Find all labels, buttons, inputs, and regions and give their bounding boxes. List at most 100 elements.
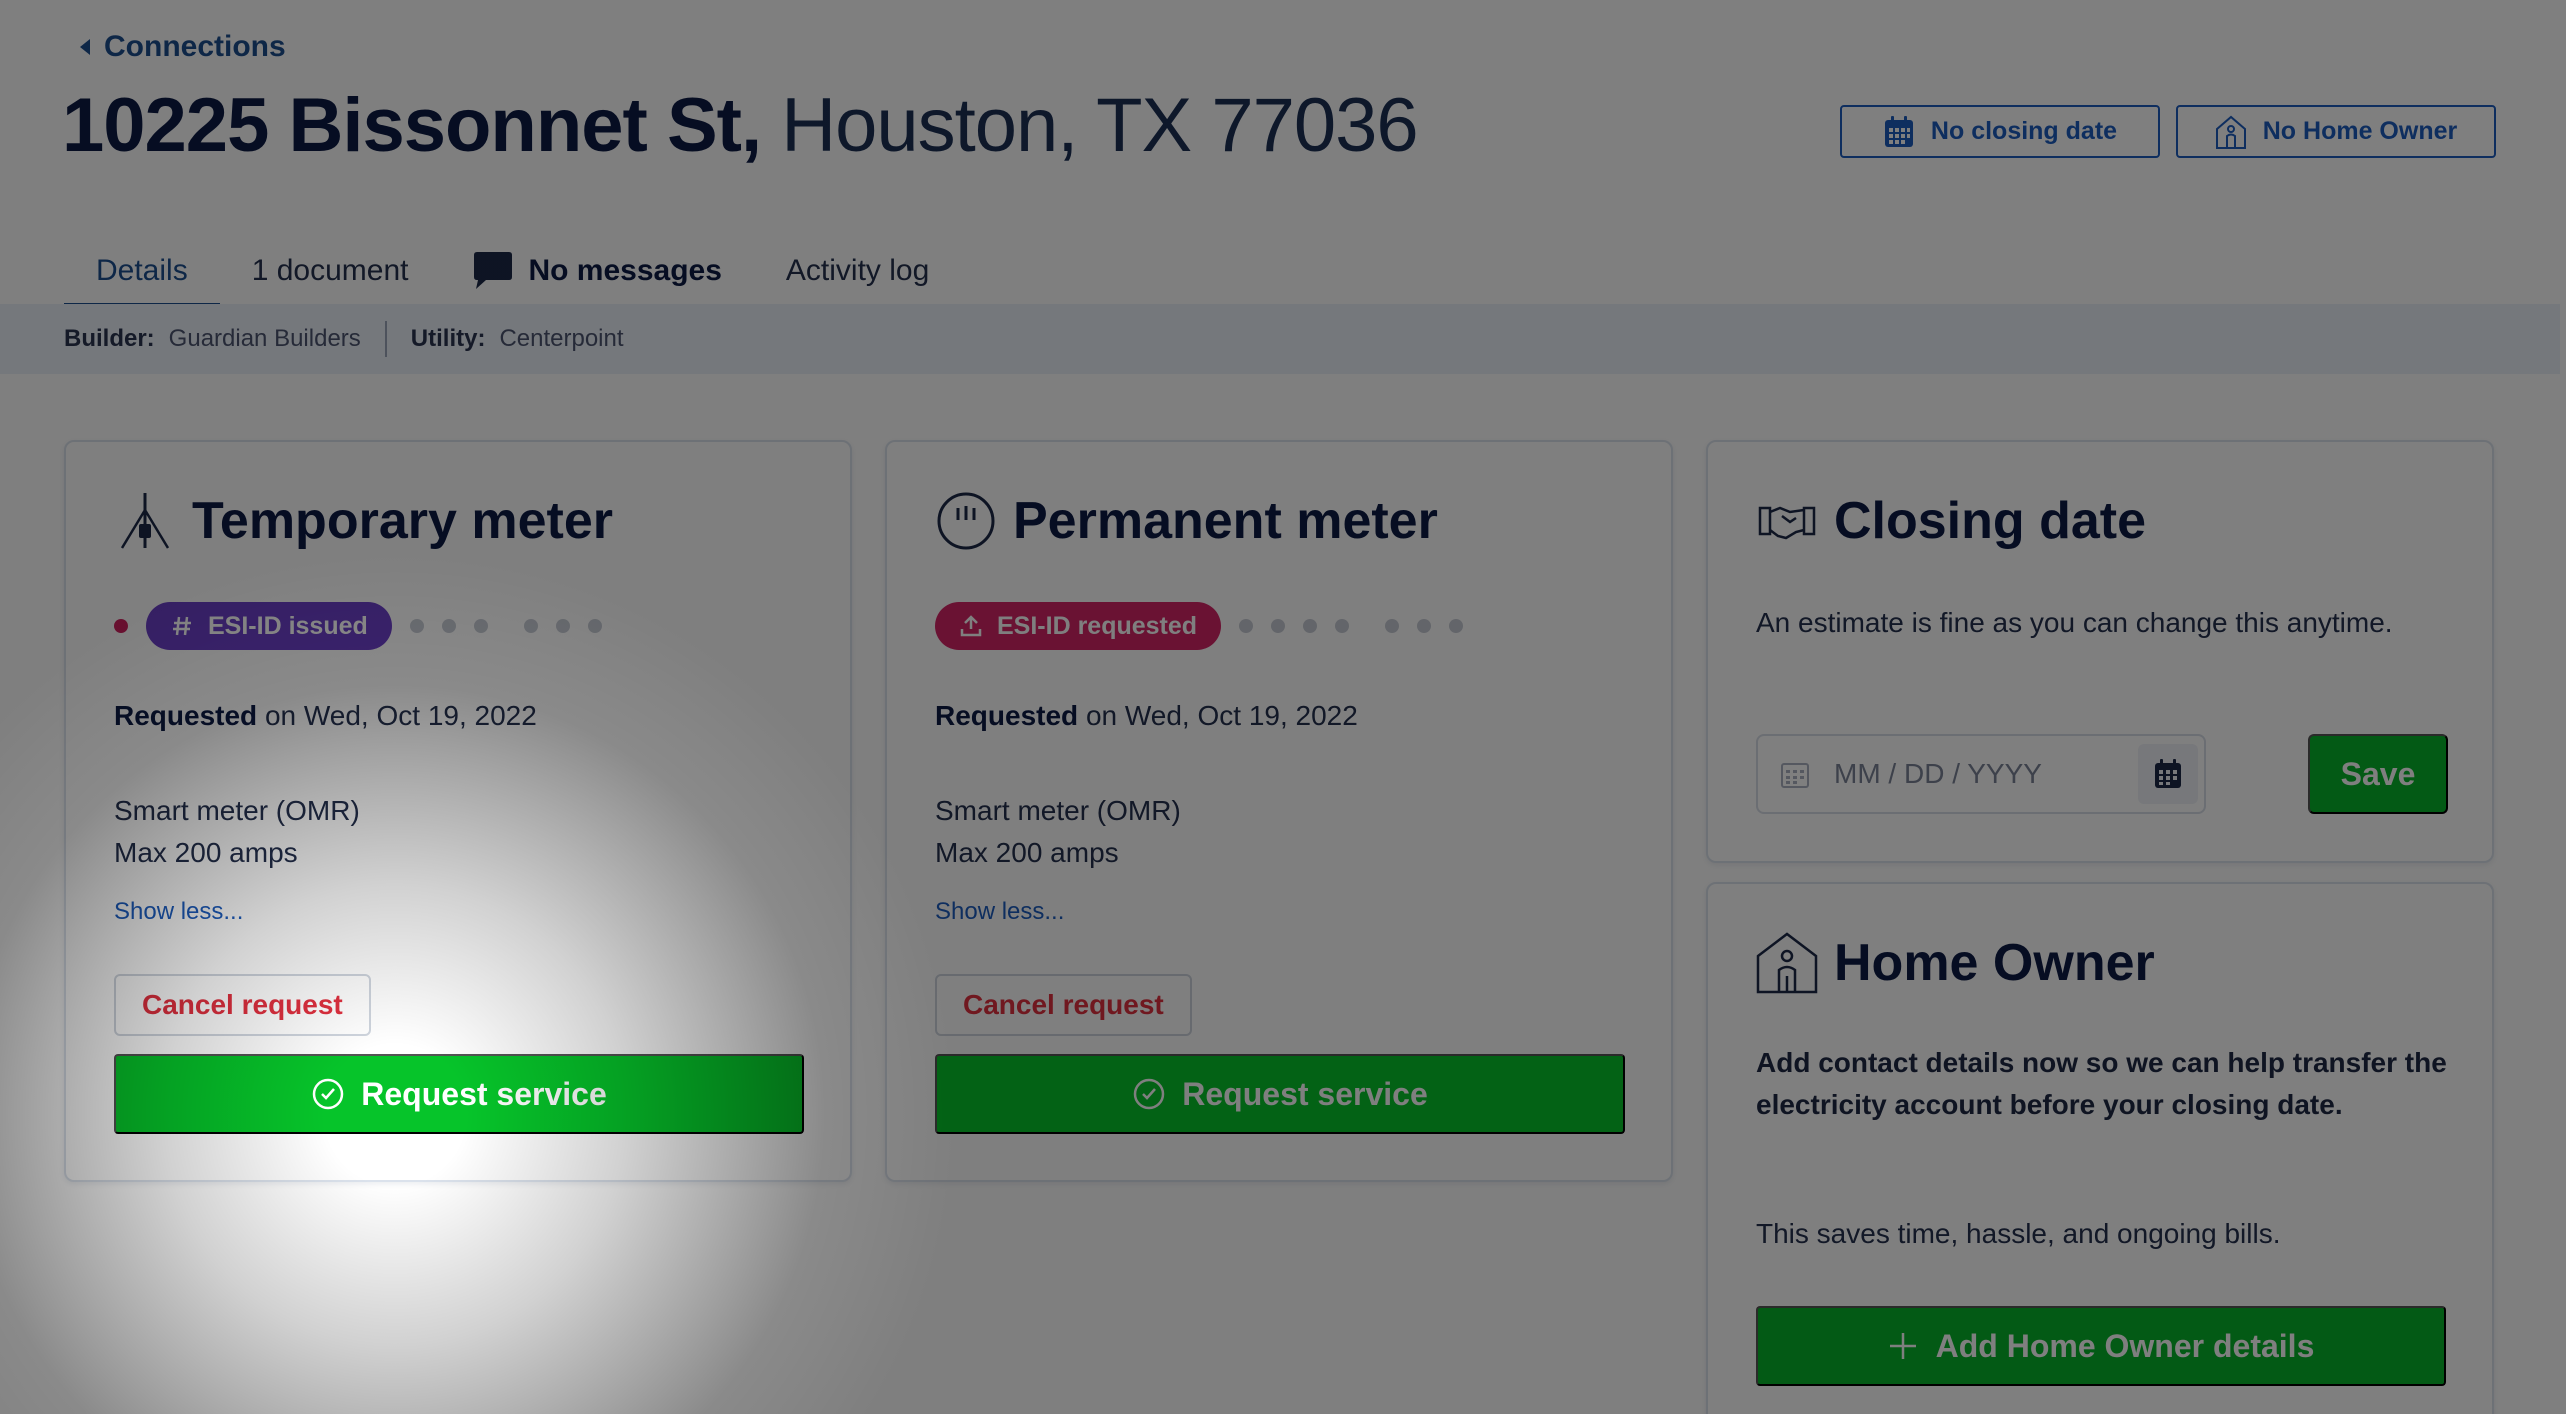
builder-label: Builder: — [64, 325, 155, 352]
closing-date-input[interactable] — [1834, 758, 2134, 790]
closing-date-field[interactable] — [1756, 734, 2206, 814]
tab-details[interactable]: Details — [64, 235, 220, 307]
upload-icon — [960, 615, 982, 637]
closing-date-card: Closing date An estimate is fine as you … — [1706, 440, 2494, 863]
temporary-meter-progress: ESI-ID issued — [114, 602, 620, 650]
progress-dot — [523, 619, 538, 633]
home-owner-prompt: Add contact details now so we can help t… — [1756, 1047, 2447, 1120]
calendar-icon — [1781, 763, 1809, 788]
check-circle-icon — [313, 1078, 344, 1110]
meter-type: Smart meter (OMR) — [114, 795, 360, 826]
tab-details-label: Details — [96, 254, 188, 287]
check-circle-icon — [1134, 1078, 1165, 1110]
home-owner-button[interactable]: No Home Owner — [2176, 105, 2496, 158]
cancel-request-label: Cancel request — [142, 989, 343, 1020]
message-bubble-icon — [474, 252, 513, 289]
progress-dot — [1449, 619, 1464, 633]
home-owner-heading: Home Owner — [1756, 932, 2155, 994]
home-owner-description: This saves time, hassle, and ongoing bil… — [1756, 1218, 2281, 1249]
temporary-meter-title: Temporary meter — [192, 492, 613, 550]
request-service-label: Request service — [1182, 1075, 1428, 1112]
request-service-button[interactable]: Request service — [114, 1054, 804, 1134]
permanent-meter-progress: ESI-ID requested — [935, 602, 1481, 650]
tab-bar: Details 1 document No messages Activity … — [64, 235, 961, 307]
status-badge: ESI-ID requested — [935, 602, 1222, 650]
hash-icon — [173, 616, 191, 636]
progress-dot — [1239, 619, 1254, 633]
meter-max-amps: Max 200 amps — [935, 837, 1119, 868]
progress-dot — [1271, 619, 1286, 633]
builder-value: Guardian Builders — [168, 325, 361, 352]
tab-activity-log[interactable]: Activity log — [754, 235, 961, 307]
show-less-link[interactable]: Show less... — [935, 898, 1064, 926]
requested-date: on Wed, Oct 19, 2022 — [1085, 700, 1358, 731]
back-link-label: Connections — [104, 30, 286, 63]
requested-date-text: Requested on Wed, Oct 19, 2022 — [114, 700, 537, 732]
requested-date: on Wed, Oct 19, 2022 — [264, 700, 537, 731]
calendar-icon — [2155, 759, 2181, 788]
back-to-connections-link[interactable]: Connections — [80, 30, 286, 64]
address-city: Houston, TX 77036 — [781, 83, 1418, 168]
home-owner-title: Home Owner — [1834, 934, 2155, 992]
temporary-meter-card: Temporary meter ESI-ID issued Requested … — [64, 440, 852, 1182]
page: Connections 10225 Bissonnet St, Houston,… — [0, 0, 2566, 1414]
closing-date-button[interactable]: No closing date — [1840, 105, 2160, 158]
project-info-bar: Builder: Guardian Builders Utility: Cent… — [0, 304, 2560, 374]
progress-dot — [441, 619, 456, 633]
progress-dot — [1385, 619, 1400, 633]
requested-label: Requested — [935, 700, 1079, 731]
tab-documents-label: 1 document — [251, 254, 409, 287]
open-calendar-button[interactable] — [2138, 744, 2198, 804]
permanent-meter-heading: Permanent meter — [935, 490, 1438, 552]
show-less-link[interactable]: Show less... — [114, 898, 243, 926]
page-title: 10225 Bissonnet St, Houston, TX 77036 — [62, 78, 1419, 174]
temporary-meter-heading: Temporary meter — [114, 490, 613, 552]
requested-date-text: Requested on Wed, Oct 19, 2022 — [935, 700, 1358, 732]
info-divider — [384, 321, 387, 357]
tab-documents[interactable]: 1 document — [220, 235, 441, 307]
requested-label: Requested — [114, 700, 258, 731]
meter-max-amps: Max 200 amps — [114, 837, 298, 868]
progress-dot — [1417, 619, 1432, 633]
progress-dot — [1335, 619, 1350, 633]
closing-date-title: Closing date — [1834, 492, 2147, 550]
request-service-label: Request service — [361, 1075, 607, 1112]
progress-dot — [473, 619, 488, 633]
address-street: 10225 Bissonnet St, — [62, 83, 762, 168]
home-owner-icon — [2215, 115, 2246, 149]
tab-messages-label: No messages — [528, 254, 722, 287]
tab-activity-log-label: Activity log — [785, 254, 930, 287]
permanent-meter-title: Permanent meter — [1013, 492, 1438, 550]
utility-value: Centerpoint — [499, 325, 624, 352]
request-service-button[interactable]: Request service — [935, 1054, 1625, 1134]
cancel-request-button[interactable]: Cancel request — [114, 974, 371, 1036]
progress-dot — [587, 619, 602, 633]
meter-type: Smart meter (OMR) — [935, 795, 1181, 826]
meter-details: Smart meter (OMR) Max 200 amps — [114, 790, 360, 874]
status-badge: ESI-ID issued — [146, 602, 392, 650]
progress-dot — [409, 619, 424, 633]
closing-date-button-label: No closing date — [1930, 117, 2118, 145]
progress-dot — [1303, 619, 1318, 633]
cancel-request-label: Cancel request — [963, 989, 1164, 1020]
closing-date-heading: Closing date — [1756, 490, 2146, 552]
home-owner-card: Home Owner Add contact details now so we… — [1706, 882, 2494, 1414]
utility-label: Utility: — [410, 325, 486, 352]
permanent-meter-card: Permanent meter ESI-ID requested Request… — [885, 440, 1673, 1182]
progress-dot — [555, 619, 570, 633]
status-badge-label: ESI-ID issued — [208, 611, 368, 640]
handshake-icon — [1758, 506, 1816, 540]
progress-dot-complete — [114, 619, 128, 633]
meter-details: Smart meter (OMR) Max 200 amps — [935, 790, 1181, 874]
home-owner-icon — [1756, 932, 1818, 994]
add-home-owner-label: Add Home Owner details — [1935, 1327, 2315, 1364]
utility-pole-icon — [120, 493, 170, 549]
add-home-owner-button[interactable]: Add Home Owner details — [1756, 1306, 2446, 1386]
plus-icon — [1889, 1333, 1916, 1359]
save-label: Save — [2340, 755, 2416, 792]
chevron-left-icon — [80, 39, 90, 55]
save-closing-date-button[interactable]: Save — [2308, 734, 2448, 814]
tab-messages[interactable]: No messages — [440, 235, 753, 307]
cancel-request-button[interactable]: Cancel request — [935, 974, 1192, 1036]
status-badge-label: ESI-ID requested — [997, 611, 1198, 640]
